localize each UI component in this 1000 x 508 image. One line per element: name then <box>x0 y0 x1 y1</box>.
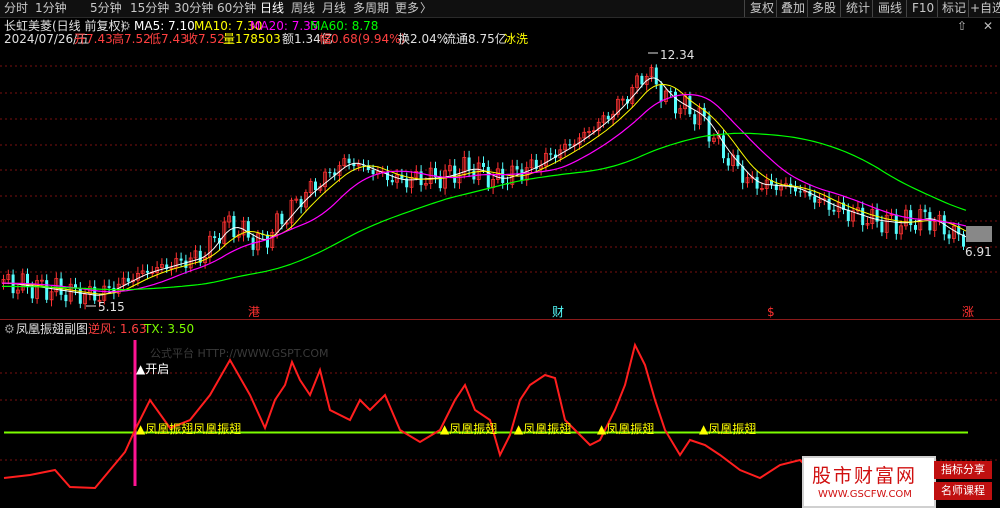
candle-body-down <box>755 177 759 189</box>
event-marker-dividend[interactable]: $ <box>767 305 775 319</box>
close-icon[interactable]: ✕ <box>983 19 993 33</box>
candle-body-down <box>179 258 183 261</box>
candle-body-down <box>923 209 927 213</box>
up-arrow-icon[interactable]: ⇧ <box>957 19 967 33</box>
candle-body-down <box>347 158 351 164</box>
settings-gear-icon[interactable]: ⚙ <box>120 19 131 33</box>
moving-average-lines <box>1 77 967 296</box>
high-price: 高7.52 <box>112 32 151 46</box>
change-percent: 幅0.68(9.94%) <box>319 32 406 46</box>
site-watermark-logo: 股市财富网 WWW.GSCFW.COM <box>802 456 936 508</box>
indicator-title[interactable]: 凤凰振翅副图 <box>16 322 88 336</box>
indicator-value-1: 逆风: 1.63 <box>88 322 147 336</box>
stock-chart-window: { "toolbar": { "tabs": ["分时","1分钟","5分钟"… <box>0 0 1000 508</box>
candle-body-down <box>861 207 865 226</box>
event-marker-limit-up[interactable]: 涨 <box>962 305 974 319</box>
candle-body-down <box>722 135 725 159</box>
signal-label: ▲凤凰振翅 <box>699 422 757 436</box>
candle-body-down <box>914 225 917 230</box>
indicator-watermark: 公式平台 HTTP://WWW.GSPT.COM <box>150 347 329 360</box>
signal-label: ▲凤凰振翅 <box>440 422 498 436</box>
candle-body-down <box>146 270 149 273</box>
candle-body-down <box>880 221 884 233</box>
candle-body-down <box>482 162 485 167</box>
candle-body-down <box>280 213 284 225</box>
site-name: 股市财富网 <box>812 465 918 487</box>
candle-body-down <box>30 287 34 299</box>
sector-tag[interactable]: 冰洗 <box>504 32 528 46</box>
candle-body-down <box>947 234 951 239</box>
candle-body-down <box>693 114 697 125</box>
candle-body-down <box>45 280 49 300</box>
site-url: WWW.GSCFW.COM <box>818 489 912 500</box>
candle-body-down <box>568 144 572 146</box>
candle-body-down <box>515 166 519 170</box>
share-tag: 指标分享 <box>934 461 992 479</box>
candle-body-down <box>486 166 490 188</box>
candle-body-down <box>798 191 802 193</box>
indicator-value-2: TX: 3.50 <box>144 322 195 336</box>
turnover: 换2.04% <box>398 32 449 46</box>
open-price: 开7.43 <box>74 32 113 46</box>
ma20-line <box>2 93 967 293</box>
candle-body-down <box>606 115 610 120</box>
last-price-label: 6.91 <box>965 245 992 259</box>
ma5-value: MA5: 7.10 <box>134 19 195 33</box>
course-tag: 名师课程 <box>934 482 992 500</box>
stock-name: 长虹美菱(日线 前复权) <box>4 19 126 33</box>
candle-body-down <box>467 157 471 171</box>
candle-body-down <box>640 75 644 85</box>
indicator-line <box>3 342 811 490</box>
candle-body-down <box>928 212 932 231</box>
candle-body-down <box>184 260 188 268</box>
candle-body-down <box>846 209 850 222</box>
signal-label: ▲凤凰振翅 <box>514 422 572 436</box>
indicator-gear-icon[interactable]: ⚙ <box>4 322 15 336</box>
candle-body-down <box>813 196 817 203</box>
candle-body-down <box>827 198 831 210</box>
candle-body-down <box>107 286 111 288</box>
candle-body-down <box>266 234 269 248</box>
candle-body-down <box>520 169 524 181</box>
candle-body-down <box>549 153 553 155</box>
signal-label: ▲凤凰振翅 <box>597 422 655 436</box>
candle-body-down <box>832 209 836 212</box>
open-signal-label: ▲开启 <box>136 362 170 376</box>
candle-body-down <box>654 67 658 85</box>
candle-body-down <box>386 171 389 181</box>
ma5-line <box>1 77 967 296</box>
candle-body-down <box>726 158 730 166</box>
candlestick-series <box>1 52 992 310</box>
last-price-box <box>966 226 992 242</box>
candle-body-down <box>674 91 677 114</box>
candle-body-down <box>314 181 317 191</box>
candle-body-down <box>126 278 130 282</box>
candle-body-down <box>390 180 394 183</box>
signal-label: ▲凤凰振翅凤凰振翅 <box>136 422 242 436</box>
low-price-label: 5.15 <box>98 300 125 314</box>
candle-body-down <box>328 172 332 174</box>
candle-body-down <box>659 84 663 102</box>
candle-body-down <box>371 170 375 175</box>
candle-body-down <box>894 214 898 234</box>
event-marker-hk[interactable]: 港 <box>248 305 260 319</box>
ma60-value: MA60: 8.78 <box>310 19 379 33</box>
candle-body-down <box>232 215 236 238</box>
ma20-value: MA20: 7.35 <box>250 19 319 33</box>
low-price: 低7.43 <box>149 32 188 46</box>
candle-body-down <box>213 236 217 239</box>
event-marker-finance[interactable]: 财 <box>552 305 564 319</box>
high-price-label: 12.34 <box>660 48 695 62</box>
close-price: 收7.52 <box>186 32 225 46</box>
candle-body-down <box>64 294 68 302</box>
candle-body-down <box>501 168 505 184</box>
candle-body-down <box>246 221 250 238</box>
float-cap: 流通8.75亿 <box>444 32 507 46</box>
volume: 量178503 <box>223 32 281 46</box>
